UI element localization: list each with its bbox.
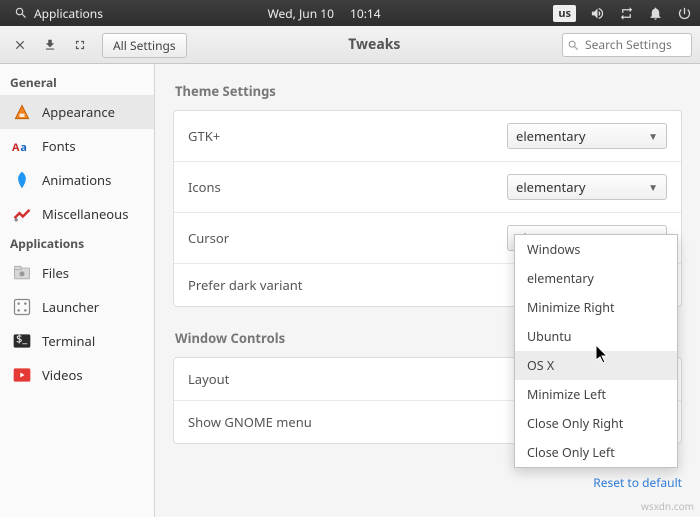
svg-text:a: a — [20, 140, 27, 155]
search-icon — [567, 38, 580, 56]
sidebar-item-videos[interactable]: Videos — [0, 358, 154, 392]
dropdown-item-ubuntu[interactable]: Ubuntu — [515, 322, 677, 351]
page-title: Tweaks — [193, 35, 556, 54]
combo-value: elementary — [516, 178, 586, 196]
sidebar-item-label: Launcher — [42, 298, 99, 316]
session-indicator[interactable] — [677, 6, 692, 21]
sidebar-item-fonts[interactable]: Aa Fonts — [0, 129, 154, 163]
close-icon — [13, 38, 27, 52]
terminal-icon: $_ — [12, 331, 32, 351]
row-icons: Icons elementary ▼ — [174, 162, 681, 213]
sound-indicator[interactable] — [590, 6, 605, 21]
search-box[interactable] — [562, 33, 692, 57]
panel-date: Wed, Jun 10 — [268, 5, 334, 22]
combo-gtk[interactable]: elementary ▼ — [507, 123, 667, 149]
bell-icon — [648, 6, 663, 21]
sidebar-item-label: Appearance — [42, 103, 115, 121]
sidebar: General Appearance Aa Fonts Animations M… — [0, 64, 155, 517]
dropdown-item-elementary[interactable]: elementary — [515, 264, 677, 293]
network-icon — [619, 6, 634, 21]
dropdown-item-osx[interactable]: OS X — [515, 351, 677, 380]
svg-text:$_: $_ — [16, 332, 27, 347]
network-indicator[interactable] — [619, 6, 634, 21]
sidebar-item-label: Animations — [42, 171, 111, 189]
download-button[interactable] — [38, 33, 62, 57]
sidebar-item-label: Fonts — [42, 137, 76, 155]
maximize-button[interactable] — [68, 33, 92, 57]
dropdown-item-minimize-right[interactable]: Minimize Right — [515, 293, 677, 322]
search-icon — [14, 6, 28, 20]
expand-icon — [73, 38, 87, 52]
sidebar-item-label: Files — [42, 264, 69, 282]
watermark: wsxdn.com — [641, 499, 694, 513]
sidebar-item-label: Terminal — [42, 332, 95, 350]
chevron-down-icon: ▼ — [648, 129, 658, 143]
keyboard-indicator[interactable]: us — [553, 5, 576, 22]
dropdown-item-windows[interactable]: Windows — [515, 235, 677, 264]
layout-dropdown[interactable]: Windows elementary Minimize Right Ubuntu… — [514, 234, 678, 468]
misc-icon — [12, 204, 32, 224]
svg-text:A: A — [12, 140, 20, 155]
power-icon — [677, 6, 692, 21]
label-gtk: GTK+ — [188, 127, 507, 145]
top-panel: Applications Wed, Jun 10 10:14 us — [0, 0, 700, 26]
close-button[interactable] — [8, 33, 32, 57]
sidebar-item-files[interactable]: Files — [0, 256, 154, 290]
appearance-icon — [12, 102, 32, 122]
sidebar-header-general: General — [0, 70, 154, 95]
search-input[interactable] — [562, 33, 692, 57]
notifications-indicator[interactable] — [648, 6, 663, 21]
dropdown-item-minimize-left[interactable]: Minimize Left — [515, 380, 677, 409]
sidebar-item-label: Miscellaneous — [42, 205, 128, 223]
clock[interactable]: Wed, Jun 10 10:14 — [268, 5, 381, 22]
label-icons: Icons — [188, 178, 507, 196]
sidebar-item-miscellaneous[interactable]: Miscellaneous — [0, 197, 154, 231]
volume-icon — [590, 6, 605, 21]
label-cursor: Cursor — [188, 229, 507, 247]
dropdown-item-close-only-left[interactable]: Close Only Left — [515, 438, 677, 467]
sidebar-item-appearance[interactable]: Appearance — [0, 95, 154, 129]
panel-time: 10:14 — [350, 5, 381, 22]
sidebar-item-label: Videos — [42, 366, 83, 384]
applications-label: Applications — [34, 5, 103, 22]
sidebar-item-animations[interactable]: Animations — [0, 163, 154, 197]
breadcrumb[interactable]: All Settings — [102, 36, 187, 54]
files-icon — [12, 263, 32, 283]
row-gtk: GTK+ elementary ▼ — [174, 111, 681, 162]
breadcrumb-all-settings[interactable]: All Settings — [102, 33, 187, 58]
reset-link[interactable]: Reset to default — [593, 474, 682, 491]
videos-icon — [12, 365, 32, 385]
launcher-icon — [12, 297, 32, 317]
fonts-icon: Aa — [12, 136, 32, 156]
section-theme-settings: Theme Settings — [175, 82, 682, 100]
dropdown-item-close-only-right[interactable]: Close Only Right — [515, 409, 677, 438]
animations-icon — [12, 170, 32, 190]
chevron-down-icon: ▼ — [648, 180, 658, 194]
applications-menu[interactable]: Applications — [8, 3, 109, 24]
combo-icons[interactable]: elementary ▼ — [507, 174, 667, 200]
sidebar-item-launcher[interactable]: Launcher — [0, 290, 154, 324]
window-toolbar: All Settings Tweaks — [0, 26, 700, 64]
combo-value: elementary — [516, 127, 586, 145]
download-icon — [43, 38, 57, 52]
sidebar-header-applications: Applications — [0, 231, 154, 256]
sidebar-item-terminal[interactable]: $_ Terminal — [0, 324, 154, 358]
